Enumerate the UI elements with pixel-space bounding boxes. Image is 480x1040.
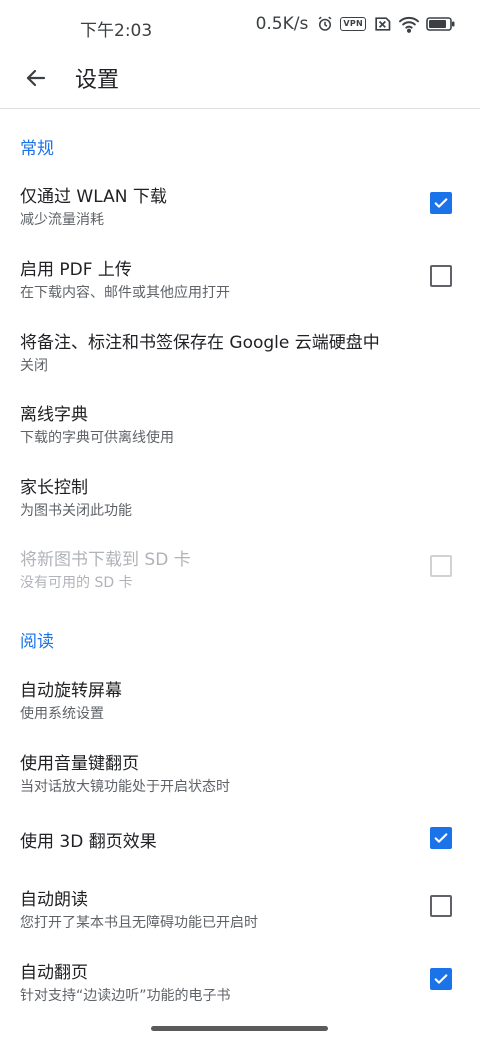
no-sim-icon <box>372 16 392 32</box>
wlan-only-checkbox[interactable] <box>430 192 452 214</box>
pref-summary: 针对支持“边读边听”功能的电子书 <box>20 988 231 1004</box>
pref-summary: 减少流量消耗 <box>20 212 104 228</box>
check-icon <box>434 974 448 984</box>
pref-auto-page-turn[interactable]: 自动翻页 针对支持“边读边听”功能的电子书 <box>0 944 480 1014</box>
pref-summary: 没有可用的 SD 卡 <box>20 575 133 591</box>
pref-sd-card: 将新图书下载到 SD 卡 没有可用的 SD 卡 <box>0 531 480 601</box>
pref-title: 自动旋转屏幕 <box>20 681 122 701</box>
pref-summary: 使用系统设置 <box>20 706 104 722</box>
page-title: 设置 <box>75 68 120 93</box>
pref-title: 自动朗读 <box>20 890 88 910</box>
pref-parental-control[interactable]: 家长控制 为图书关闭此功能 <box>0 459 480 529</box>
section-header-general: 常规 <box>20 139 54 159</box>
pref-title: 使用音量键翻页 <box>20 754 139 774</box>
pref-title: 使用 3D 翻页效果 <box>20 832 157 852</box>
wifi-icon <box>398 15 420 33</box>
home-indicator[interactable] <box>151 1026 328 1031</box>
pref-summary: 当对话放大镜功能处于开启状态时 <box>20 779 230 795</box>
pref-wlan-only[interactable]: 仅通过 WLAN 下载 减少流量消耗 <box>0 168 480 238</box>
sd-card-checkbox <box>430 555 452 577</box>
pref-pdf-upload[interactable]: 启用 PDF 上传 在下载内容、邮件或其他应用打开 <box>0 241 480 311</box>
back-button[interactable] <box>18 60 54 96</box>
status-bar: 下午2:03 0.5K/s VPN <box>0 0 480 52</box>
pref-title: 仅通过 WLAN 下载 <box>20 187 167 207</box>
status-icons: 0.5K/s VPN <box>256 14 456 34</box>
pref-title: 家长控制 <box>20 478 88 498</box>
auto-page-turn-checkbox[interactable] <box>430 968 452 990</box>
pref-title: 自动翻页 <box>20 963 88 983</box>
3d-page-turn-checkbox[interactable] <box>430 827 452 849</box>
pref-summary: 下载的字典可供离线使用 <box>20 430 174 446</box>
pref-summary: 关闭 <box>20 358 48 374</box>
pref-offline-dictionary[interactable]: 离线字典 下载的字典可供离线使用 <box>0 386 480 456</box>
pref-title: 启用 PDF 上传 <box>20 260 132 280</box>
pref-title: 将新图书下载到 SD 卡 <box>20 550 191 570</box>
vpn-icon: VPN <box>340 17 366 31</box>
app-bar: 设置 <box>0 52 480 109</box>
section-header-reading: 阅读 <box>20 632 54 652</box>
pref-summary: 在下载内容、邮件或其他应用打开 <box>20 285 230 301</box>
pref-drive-save[interactable]: 将备注、标注和书签保存在 Google 云端硬盘中 关闭 <box>0 314 480 384</box>
auto-read-checkbox[interactable] <box>430 895 452 917</box>
pref-volume-keys[interactable]: 使用音量键翻页 当对话放大镜功能处于开启状态时 <box>0 735 480 805</box>
check-icon <box>434 833 448 843</box>
alarm-icon <box>316 15 334 33</box>
pref-title: 将备注、标注和书签保存在 Google 云端硬盘中 <box>20 333 380 353</box>
pref-auto-rotate[interactable]: 自动旋转屏幕 使用系统设置 <box>0 662 480 732</box>
pref-summary: 为图书关闭此功能 <box>20 503 132 519</box>
pref-3d-page-turn[interactable]: 使用 3D 翻页效果 <box>0 808 480 878</box>
pref-summary: 您打开了某本书且无障碍功能已开启时 <box>20 915 258 931</box>
battery-icon <box>426 16 456 32</box>
pref-title: 离线字典 <box>20 405 88 425</box>
network-speed: 0.5K/s <box>255 14 309 34</box>
status-time: 下午2:03 <box>80 21 153 41</box>
arrow-back-icon <box>26 69 46 87</box>
check-icon <box>434 198 448 208</box>
pdf-upload-checkbox[interactable] <box>430 265 452 287</box>
pref-auto-read[interactable]: 自动朗读 您打开了某本书且无障碍功能已开启时 <box>0 871 480 941</box>
